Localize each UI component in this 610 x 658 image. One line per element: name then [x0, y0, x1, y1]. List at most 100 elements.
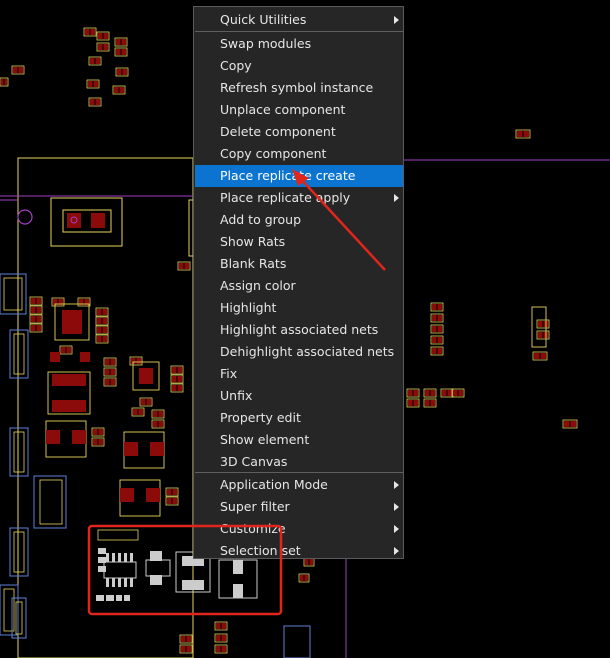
- pad: [98, 439, 103, 445]
- menu-item-quick-utilities[interactable]: Quick Utilities: [195, 9, 403, 31]
- pad: [425, 390, 430, 396]
- menu-item-copy[interactable]: Copy: [195, 55, 403, 77]
- pad: [133, 409, 138, 415]
- pad: [233, 584, 243, 598]
- ic-pin: [124, 578, 127, 587]
- pad: [97, 336, 102, 342]
- pad: [67, 213, 81, 228]
- pad: [150, 442, 164, 456]
- pad: [31, 316, 36, 322]
- pad: [221, 635, 226, 641]
- menu-item-swap-modules[interactable]: Swap modules: [195, 33, 403, 55]
- pad: [538, 332, 543, 338]
- pad: [177, 376, 182, 382]
- menu-item-place-replicate-apply[interactable]: Place replicate apply: [195, 187, 403, 209]
- pad: [36, 325, 41, 331]
- pad: [93, 81, 98, 87]
- pad: [90, 29, 95, 35]
- pad: [181, 646, 186, 652]
- menu-item-property-edit[interactable]: Property edit: [195, 407, 403, 429]
- menu-item-label: 3D Canvas: [220, 454, 288, 469]
- pad: [119, 87, 124, 93]
- pad: [110, 369, 115, 375]
- pad: [106, 595, 114, 601]
- menu-item-show-rats[interactable]: Show Rats: [195, 231, 403, 253]
- menu-item-highlight-associated-nets[interactable]: Highlight associated nets: [195, 319, 403, 341]
- pad: [432, 348, 437, 354]
- submenu-arrow-icon: [394, 503, 399, 511]
- menu-item-label: Dehighlight associated nets: [220, 344, 395, 359]
- menu-item-customize[interactable]: Customize: [195, 518, 403, 540]
- menu-item-blank-rats[interactable]: Blank Rats: [195, 253, 403, 275]
- ic-pin: [118, 578, 121, 587]
- menu-item-place-replicate-create[interactable]: Place replicate create: [195, 165, 403, 187]
- pad: [432, 337, 437, 343]
- pad: [116, 595, 122, 601]
- pad: [437, 337, 442, 343]
- menu-item-show-element[interactable]: Show element: [195, 429, 403, 451]
- menu-item-add-to-group[interactable]: Add to group: [195, 209, 403, 231]
- pad: [408, 400, 413, 406]
- menu-item-label: Unplace component: [220, 102, 346, 117]
- pad: [425, 400, 430, 406]
- pad: [172, 376, 177, 382]
- pad: [177, 367, 182, 373]
- submenu-arrow-icon: [394, 194, 399, 202]
- pad: [413, 400, 418, 406]
- pad: [52, 400, 86, 412]
- pad: [437, 304, 442, 310]
- pad: [172, 498, 177, 504]
- pad: [430, 390, 435, 396]
- connector-outline: [9, 329, 29, 379]
- menu-item-unfix[interactable]: Unfix: [195, 385, 403, 407]
- pad: [90, 99, 95, 105]
- pad: [570, 421, 576, 427]
- pad: [124, 442, 138, 456]
- pad: [91, 213, 105, 228]
- pad: [98, 33, 103, 39]
- submenu-arrow-icon: [394, 16, 399, 24]
- menu-item-refresh-symbol-instance[interactable]: Refresh symbol instance: [195, 77, 403, 99]
- menu-item-fix[interactable]: Fix: [195, 363, 403, 385]
- pad: [13, 67, 18, 73]
- connector-outline: [283, 625, 311, 658]
- menu-item-selection-set[interactable]: Selection set: [195, 540, 403, 562]
- pad: [103, 33, 108, 39]
- pad: [110, 379, 115, 385]
- pad: [105, 379, 110, 385]
- menu-item-copy-component[interactable]: Copy component: [195, 143, 403, 165]
- pad: [105, 359, 110, 365]
- pad: [453, 390, 458, 396]
- pad: [304, 575, 308, 581]
- menu-item-highlight[interactable]: Highlight: [195, 297, 403, 319]
- menu-item-delete-component[interactable]: Delete component: [195, 121, 403, 143]
- pad: [88, 81, 93, 87]
- pad: [93, 429, 98, 435]
- menu-item-3d-canvas[interactable]: 3D Canvas: [195, 451, 403, 473]
- menu-item-label: Fix: [220, 366, 238, 381]
- pad: [138, 409, 143, 415]
- menu-item-application-mode[interactable]: Application Mode: [195, 474, 403, 496]
- menu-item-unplace-component[interactable]: Unplace component: [195, 99, 403, 121]
- connector-outline: [9, 527, 29, 577]
- menu-item-super-filter[interactable]: Super filter: [195, 496, 403, 518]
- pad: [66, 347, 71, 353]
- pad: [167, 498, 172, 504]
- pad: [102, 336, 107, 342]
- menu-item-label: Quick Utilities: [220, 12, 307, 27]
- pad: [179, 263, 184, 269]
- pad: [413, 390, 418, 396]
- component-outline: [97, 529, 139, 541]
- submenu-arrow-icon: [394, 525, 399, 533]
- menu-item-label: Blank Rats: [220, 256, 287, 271]
- ic-pin: [112, 553, 115, 562]
- pad: [182, 580, 204, 590]
- board-outline: [17, 157, 194, 658]
- submenu-arrow-icon: [394, 481, 399, 489]
- pad: [442, 390, 447, 396]
- menu-item-dehighlight-associated-nets[interactable]: Dehighlight associated nets: [195, 341, 403, 363]
- menu-separator: [195, 472, 403, 473]
- pad: [31, 307, 36, 313]
- ic-body: [139, 368, 153, 384]
- menu-item-assign-color[interactable]: Assign color: [195, 275, 403, 297]
